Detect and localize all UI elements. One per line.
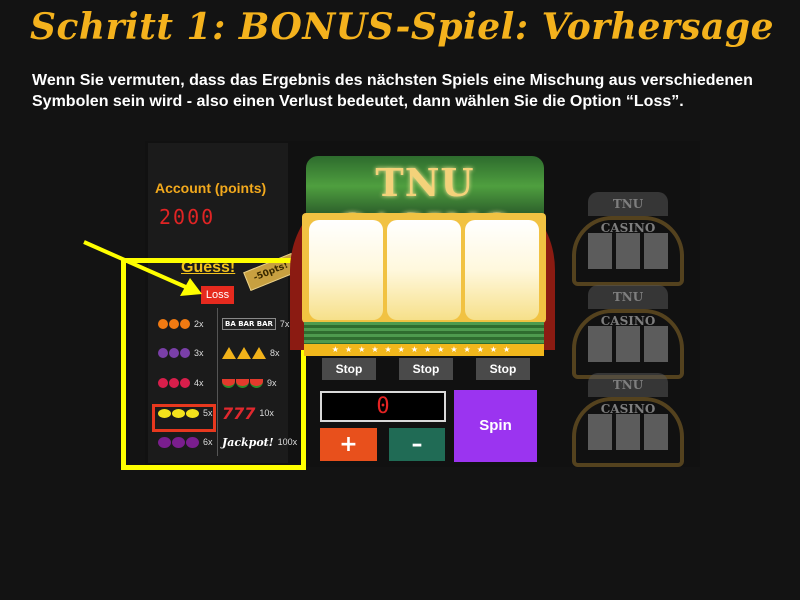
page-title: Schritt 1: BONUS-Spiel: Vorhersage	[30, 6, 774, 48]
star-strip: ★★★★★★★★★★★★★★	[304, 344, 544, 356]
reel-3	[465, 220, 539, 320]
mini-machine-title: TNU CASINO	[588, 192, 668, 235]
stop-button-3[interactable]: Stop	[476, 358, 530, 380]
mini-machine-3: TNU CASINO	[566, 373, 690, 467]
mini-machine-title: TNU CASINO	[588, 285, 668, 328]
reel-1	[309, 220, 383, 320]
pointer-arrow-icon	[83, 240, 202, 296]
mini-machine-title: TNU CASINO	[588, 373, 668, 416]
bet-display: 0	[320, 391, 446, 422]
spin-button[interactable]: Spin	[454, 390, 537, 462]
stop-button-2[interactable]: Stop	[399, 358, 453, 380]
stop-button-1[interactable]: Stop	[322, 358, 376, 380]
instruction-text: Wenn Sie vermuten, dass das Ergebnis des…	[32, 72, 753, 110]
reel-2	[387, 220, 461, 320]
account-value: 2000	[159, 205, 216, 229]
account-label: Account (points)	[155, 180, 267, 196]
mini-machine-2: TNU CASINO	[566, 285, 690, 379]
bet-decrease-button[interactable]: –	[389, 428, 445, 461]
mini-machine-1: TNU CASINO	[566, 192, 690, 286]
machine-base	[304, 322, 544, 344]
bet-increase-button[interactable]: +	[320, 428, 377, 461]
